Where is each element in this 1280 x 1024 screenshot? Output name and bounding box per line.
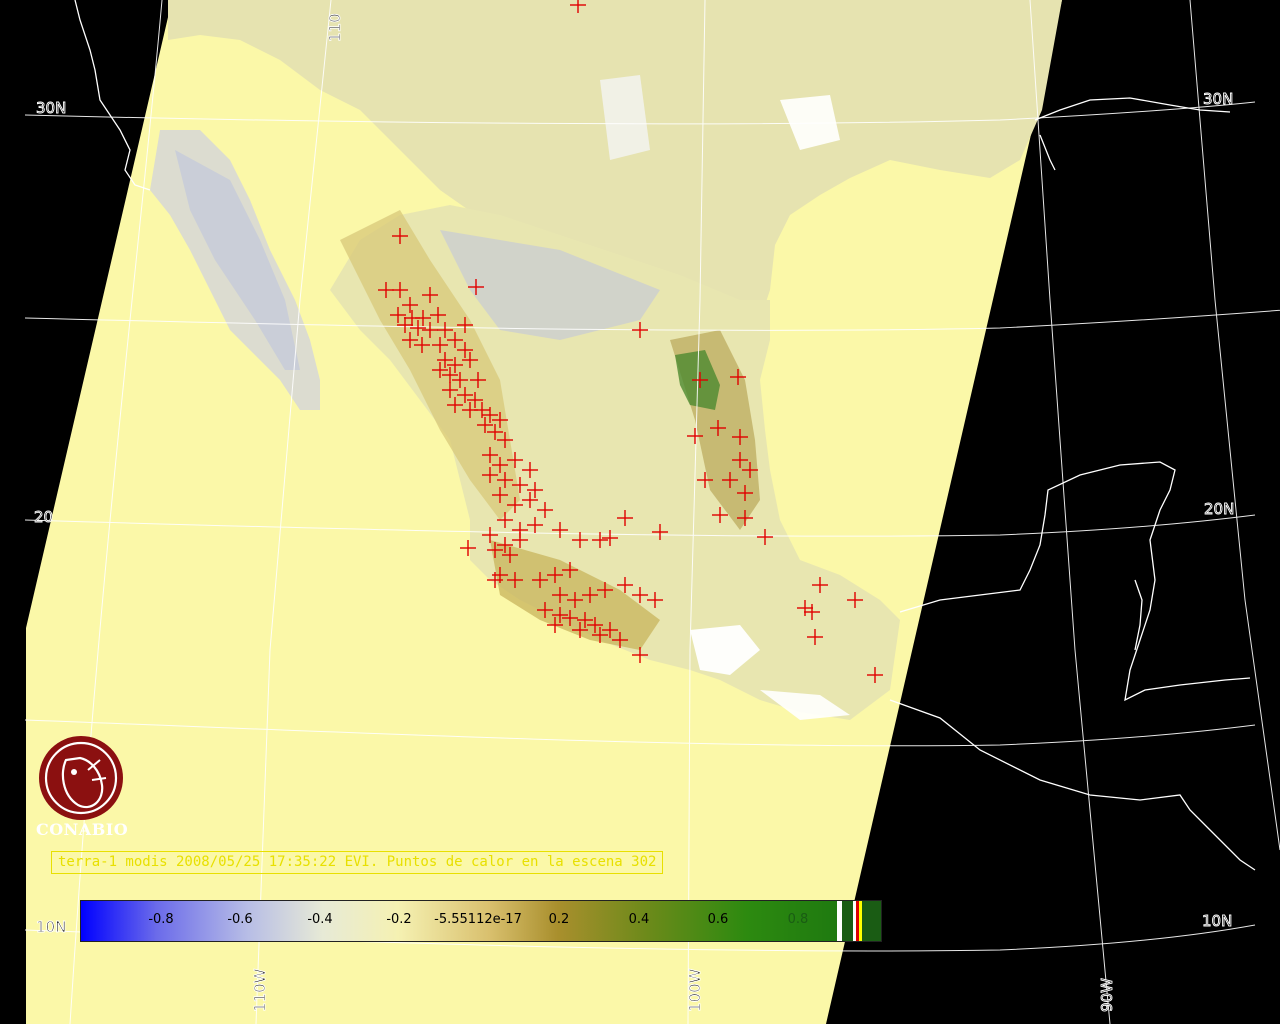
colorbar-swatch-yellow (859, 901, 862, 941)
colorbar-tick-label: 0.4 (628, 912, 650, 927)
colorbar-tick-label: -0.8 (148, 912, 174, 927)
lon-label-90w: 90W (1098, 978, 1116, 1012)
conabio-logo-icon (39, 736, 123, 820)
lon-label-100w: 100W (686, 968, 704, 1012)
scene-caption: terra-1 modis 2008/05/25 17:35:22 EVI. P… (51, 851, 664, 874)
logo-text: CONABIO (36, 820, 129, 839)
lat-label-30n-right: 30N (1203, 90, 1233, 108)
lat-label-20: 20 (34, 508, 53, 526)
colorbar-tick-label: 0.2 (548, 912, 570, 927)
lon-label-top: 110 (326, 13, 344, 42)
colorbar-tick-label: -5.55112e-17 (434, 912, 522, 927)
lat-label-30n: 30N (36, 99, 66, 117)
colorbar-tick-label: -0.2 (386, 912, 412, 927)
colorbar-tick-label: -0.4 (307, 912, 333, 927)
lat-label-20n-right: 20N (1204, 500, 1234, 518)
lon-label-110w: 110W (251, 968, 269, 1012)
colorbar-tick-label: 0.6 (707, 912, 729, 927)
colorbar-tick-label: -0.6 (227, 912, 253, 927)
colorbar-tick-label: 0.8 (787, 912, 809, 927)
lat-label-10n-left: 10N (36, 918, 66, 936)
lat-label-10n-right: 10N (1202, 912, 1232, 930)
